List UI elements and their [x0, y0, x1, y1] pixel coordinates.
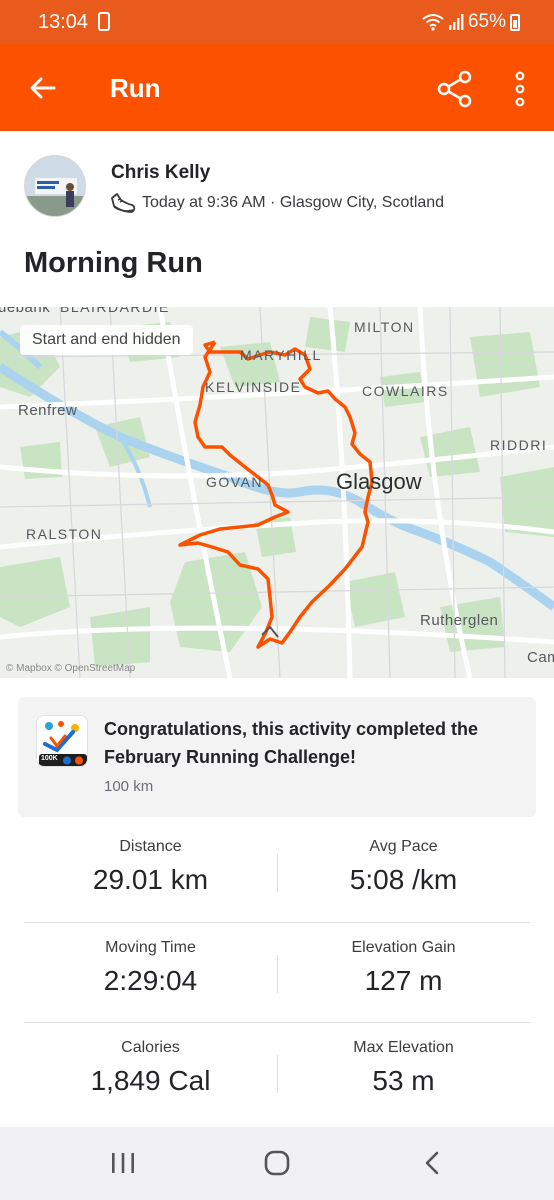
- more-options-button[interactable]: [502, 66, 538, 112]
- avatar[interactable]: [24, 155, 86, 217]
- system-back-button[interactable]: [402, 1143, 462, 1183]
- shoe-icon: [111, 193, 136, 213]
- more-vertical-icon: [515, 71, 525, 107]
- status-icons: 65%: [422, 11, 520, 33]
- map-label-rutherglen: Rutherglen: [420, 612, 499, 629]
- map-label-blairdardie: BLAIRDARDIE: [60, 307, 170, 315]
- arrow-left-icon: [30, 77, 56, 99]
- stat-distance: Distance 29.01 km: [24, 822, 277, 922]
- share-icon: [437, 70, 472, 108]
- stat-avg-pace: Avg Pace 5:08 /km: [277, 822, 530, 922]
- share-button[interactable]: [432, 66, 478, 112]
- signal-icon: [448, 14, 464, 30]
- map-label-cam: Cam: [527, 649, 554, 666]
- recents-icon: [112, 1153, 134, 1173]
- stat-label: Max Elevation: [353, 1039, 454, 1056]
- challenge-subtitle: 100 km: [104, 778, 154, 795]
- stat-value: 1,849 Cal: [90, 1065, 211, 1096]
- map-label-glasgow: Glasgow: [336, 469, 422, 494]
- stat-label: Distance: [119, 838, 182, 855]
- stat-label: Calories: [121, 1039, 180, 1056]
- badge-label: 100K: [41, 755, 58, 762]
- stat-label: Avg Pace: [369, 838, 438, 855]
- wifi-icon: [422, 14, 444, 31]
- avatar-photo: [25, 156, 85, 216]
- stat-row: Moving Time 2:29:04 Elevation Gain 127 m: [24, 922, 530, 1022]
- challenge-card[interactable]: 100K Congratulations, this activity comp…: [18, 697, 536, 817]
- map-attribution: © Mapbox © OpenStreetMap: [6, 663, 136, 674]
- activity-title: Morning Run: [24, 247, 203, 279]
- map-label-ralston: RALSTON: [26, 526, 103, 542]
- stat-value: 5:08 /km: [349, 864, 458, 895]
- stat-value: 53 m: [372, 1065, 435, 1096]
- watch-icon: [98, 12, 110, 31]
- battery-icon: [510, 13, 520, 31]
- stats-grid: Distance 29.01 km Avg Pace 5:08 /km Movi…: [0, 822, 554, 1122]
- map-label-bank: uebank: [0, 307, 51, 316]
- system-nav-bar: [0, 1127, 554, 1200]
- stat-row: Distance 29.01 km Avg Pace 5:08 /km: [24, 822, 530, 922]
- page-title: Run: [110, 73, 161, 103]
- back-button[interactable]: [22, 68, 62, 108]
- stat-value: 127 m: [364, 965, 443, 996]
- privacy-pill: Start and end hidden: [20, 325, 193, 355]
- stat-calories: Calories 1,849 Cal: [24, 1023, 277, 1123]
- app-bar: Run: [0, 44, 554, 131]
- route-map[interactable]: uebank BLAIRDARDIE Start and end hidden …: [0, 307, 554, 678]
- stat-moving-time: Moving Time 2:29:04: [24, 923, 277, 1023]
- challenge-badge: 100K: [36, 715, 88, 767]
- status-time: 13:04: [38, 11, 89, 33]
- map-label-kelvinside: KELVINSIDE: [205, 379, 302, 395]
- map-label-riddrie: RIDDRI: [490, 437, 548, 453]
- stat-value: 29.01 km: [92, 864, 209, 895]
- stat-value: 2:29:04: [103, 965, 198, 996]
- home-icon: [264, 1150, 290, 1176]
- stat-row: Calories 1,849 Cal Max Elevation 53 m: [24, 1022, 530, 1122]
- stat-label: Moving Time: [105, 939, 196, 956]
- activity-meta: Today at 9:36 AM · Glasgow City, Scotlan…: [142, 194, 445, 211]
- stat-max-elevation: Max Elevation 53 m: [277, 1023, 530, 1123]
- back-icon: [425, 1151, 439, 1175]
- map-label-govan: GOVAN: [206, 474, 264, 490]
- map-label-milton: MILTON: [354, 319, 415, 335]
- map-label-cowlairs: COWLAIRS: [362, 383, 449, 399]
- status-bar: 13:04 65%: [0, 0, 554, 44]
- stat-label: Elevation Gain: [351, 939, 456, 956]
- stat-elevation-gain: Elevation Gain 127 m: [277, 923, 530, 1023]
- map-label-renfrew: Renfrew: [18, 402, 78, 419]
- recents-button[interactable]: [93, 1143, 153, 1183]
- map-label-maryhill: MARYHILL: [240, 347, 322, 363]
- home-button[interactable]: [247, 1143, 307, 1183]
- challenge-text: Congratulations, this activity completed…: [104, 719, 479, 767]
- battery-level: 65%: [467, 11, 506, 32]
- athlete-name[interactable]: Chris Kelly: [111, 162, 210, 184]
